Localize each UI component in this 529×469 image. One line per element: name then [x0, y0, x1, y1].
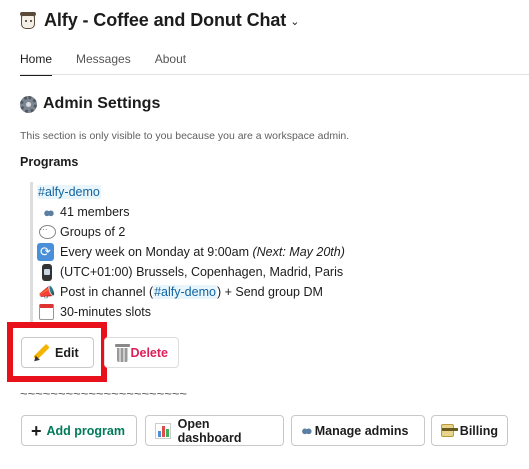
program-card: #alfy-demo ●● 41 members ··· Groups of 2…: [30, 182, 370, 322]
speech-bubble-icon: ···: [38, 225, 56, 239]
watch-icon: [42, 263, 52, 281]
timezone-row: (UTC+01:00) Brussels, Copenhagen, Madrid…: [37, 262, 370, 282]
gear-icon: [20, 95, 37, 113]
app-title[interactable]: Alfy - Coffee and Donut Chat: [44, 10, 286, 31]
plus-icon: +: [31, 420, 42, 441]
tab-home[interactable]: Home: [20, 52, 53, 76]
admin-settings-heading: Admin Settings: [43, 95, 161, 112]
groups-row: ··· Groups of 2: [37, 222, 370, 242]
tab-about[interactable]: About: [155, 52, 186, 76]
bar-chart-icon: [155, 422, 171, 439]
slots-row: 30-minutes slots: [37, 302, 370, 322]
trash-icon: [115, 343, 131, 362]
post-suffix: ) + Send group DM: [216, 285, 323, 299]
coffee-cup-icon: [20, 11, 36, 30]
pencil-icon: [32, 344, 50, 362]
tab-messages[interactable]: Messages: [76, 52, 131, 76]
megaphone-icon: 📣: [38, 283, 56, 300]
app-header[interactable]: Alfy - Coffee and Donut Chat ⌄: [20, 10, 299, 31]
admin-notice: This section is only visible to you beca…: [20, 130, 350, 142]
section-title: Admin Settings: [20, 95, 160, 113]
people-icon: ●●: [43, 204, 55, 220]
next-date: (Next: May 20th): [252, 245, 345, 259]
programs-heading: Programs: [20, 155, 79, 169]
edit-button[interactable]: Edit: [21, 337, 94, 368]
slots-text: 30-minutes slots: [60, 305, 152, 319]
people-icon: ●●: [301, 423, 313, 438]
post-prefix: Post in channel (: [60, 285, 154, 299]
members-row: ●● 41 members: [37, 202, 370, 222]
program-channel-row: #alfy-demo: [37, 182, 370, 202]
channel-link[interactable]: #alfy-demo: [37, 185, 101, 199]
post-channel-link[interactable]: #alfy-demo: [153, 285, 217, 299]
delete-label: Delete: [130, 345, 168, 360]
members-count: 41 members: [60, 205, 130, 219]
tab-bar: Home Messages About: [20, 52, 210, 76]
open-dashboard-label: Open dashboard: [177, 416, 242, 445]
tabs-divider: [20, 74, 529, 75]
billing-button[interactable]: Billing: [431, 415, 508, 446]
chevron-down-icon[interactable]: ⌄: [290, 15, 299, 28]
manage-admins-label: Manage admins: [314, 423, 409, 438]
manage-admins-button[interactable]: ●● Manage admins: [291, 415, 425, 446]
calendar-icon: [39, 304, 54, 320]
add-program-label: Add program: [46, 423, 125, 438]
billing-label: Billing: [459, 423, 498, 438]
timezone-text: (UTC+01:00) Brussels, Copenhagen, Madrid…: [60, 265, 344, 279]
add-program-button[interactable]: + Add program: [21, 415, 137, 446]
group-size: Groups of 2: [60, 225, 126, 239]
schedule-row: ⟳ Every week on Monday at 9:00am (Next: …: [37, 242, 370, 262]
edit-label: Edit: [55, 345, 79, 360]
open-dashboard-button[interactable]: Open dashboard: [145, 415, 284, 446]
schedule-text: Every week on Monday at 9:00am: [60, 245, 249, 259]
repeat-icon: ⟳: [37, 243, 54, 261]
delete-button[interactable]: Delete: [104, 337, 179, 368]
credit-card-icon: [441, 424, 458, 437]
post-row: 📣 Post in channel (#alfy-demo) + Send gr…: [37, 282, 370, 302]
separator-line: ~~~~~~~~~~~~~~~~~~~~~~: [20, 386, 188, 401]
